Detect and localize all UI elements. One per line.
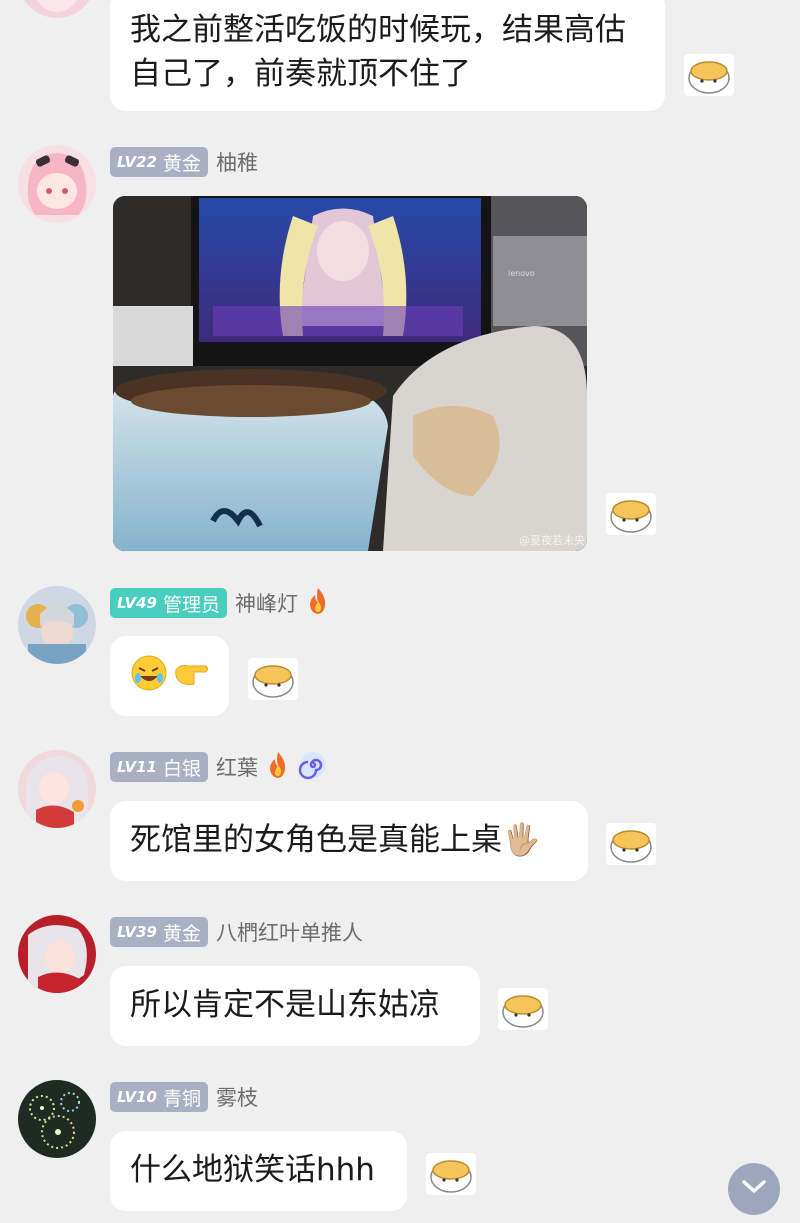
username[interactable]: 柚稚 [216,147,258,177]
username[interactable]: 红葉 [216,752,258,782]
message-text: 我之前整活吃饭的时候玩，结果高估自己了，前奏就顶不住了 [130,12,626,92]
avatar[interactable] [18,750,96,828]
avatar[interactable] [18,586,96,664]
message-meta: LV11 白银 红葉 [110,750,328,784]
screen-brand: lenovo [508,269,535,278]
rofl-emoji [130,654,168,704]
username[interactable]: 雾枝 [216,1082,258,1112]
rank-title: 白银 [162,757,201,780]
hamster-sticker-icon[interactable] [426,1153,476,1195]
pointing-right-emoji [172,654,210,704]
message-meta: LV22 黄金 柚稚 [110,145,258,179]
message-meta: LV39 黄金 八椚红叶单推人 [110,915,363,949]
message-bubble[interactable]: 死馆里的女角色是真能上桌🖐🏼 [110,801,588,881]
message-meta: LV49 管理员 神峰灯 [110,586,330,620]
avatar[interactable] [18,915,96,993]
avatar[interactable] [18,0,96,18]
fire-icon [266,751,290,783]
message-meta: LV10 青铜 雾枝 [110,1080,258,1114]
rank-title: 管理员 [162,593,220,616]
message-image[interactable]: lenovo @夏夜若未央 [113,196,587,551]
level-text: LV11 [117,758,157,776]
message-bubble[interactable]: 什么地狱笑话hhh [110,1131,407,1211]
chevron-down-icon [741,1179,767,1199]
rank-title: 黄金 [162,152,201,175]
level-badge: LV22 黄金 [110,147,208,177]
rank-title: 黄金 [162,922,201,945]
hamster-sticker-icon[interactable] [606,823,656,865]
username[interactable]: 神峰灯 [235,588,298,618]
level-badge: LV10 青铜 [110,1082,208,1112]
hamster-sticker-icon[interactable] [498,988,548,1030]
message-text: 所以肯定不是山东姑凉 [130,987,440,1023]
hamster-sticker-icon[interactable] [606,493,656,535]
raised-hand-emoji: 🖐🏼 [502,822,541,858]
emoji-row [130,654,209,704]
level-badge: LV39 黄金 [110,917,208,947]
swirl-icon [298,750,328,784]
message-bubble[interactable]: 我之前整活吃饭的时候玩，结果高估自己了，前奏就顶不住了 [110,0,665,111]
message-bubble[interactable]: 所以肯定不是山东姑凉 [110,966,480,1046]
fire-icon [306,587,330,619]
message-text: 什么地狱笑话hhh [130,1152,375,1188]
level-badge: LV11 白银 [110,752,208,782]
username[interactable]: 八椚红叶单推人 [216,917,363,947]
level-text: LV22 [117,153,157,171]
avatar[interactable] [18,1080,96,1158]
avatar[interactable] [18,145,96,223]
scroll-to-bottom-button[interactable] [728,1163,780,1215]
level-text: LV10 [117,1088,157,1106]
message-bubble[interactable] [110,636,229,716]
level-text: LV39 [117,923,157,941]
hamster-sticker-icon[interactable] [248,658,298,700]
hamster-sticker-icon[interactable] [684,54,734,96]
level-badge: LV49 管理员 [110,588,227,618]
rank-title: 青铜 [162,1087,201,1110]
level-text: LV49 [117,594,157,612]
message-text: 死馆里的女角色是真能上桌 [130,822,502,858]
image-watermark: @夏夜若未央 [519,533,585,547]
